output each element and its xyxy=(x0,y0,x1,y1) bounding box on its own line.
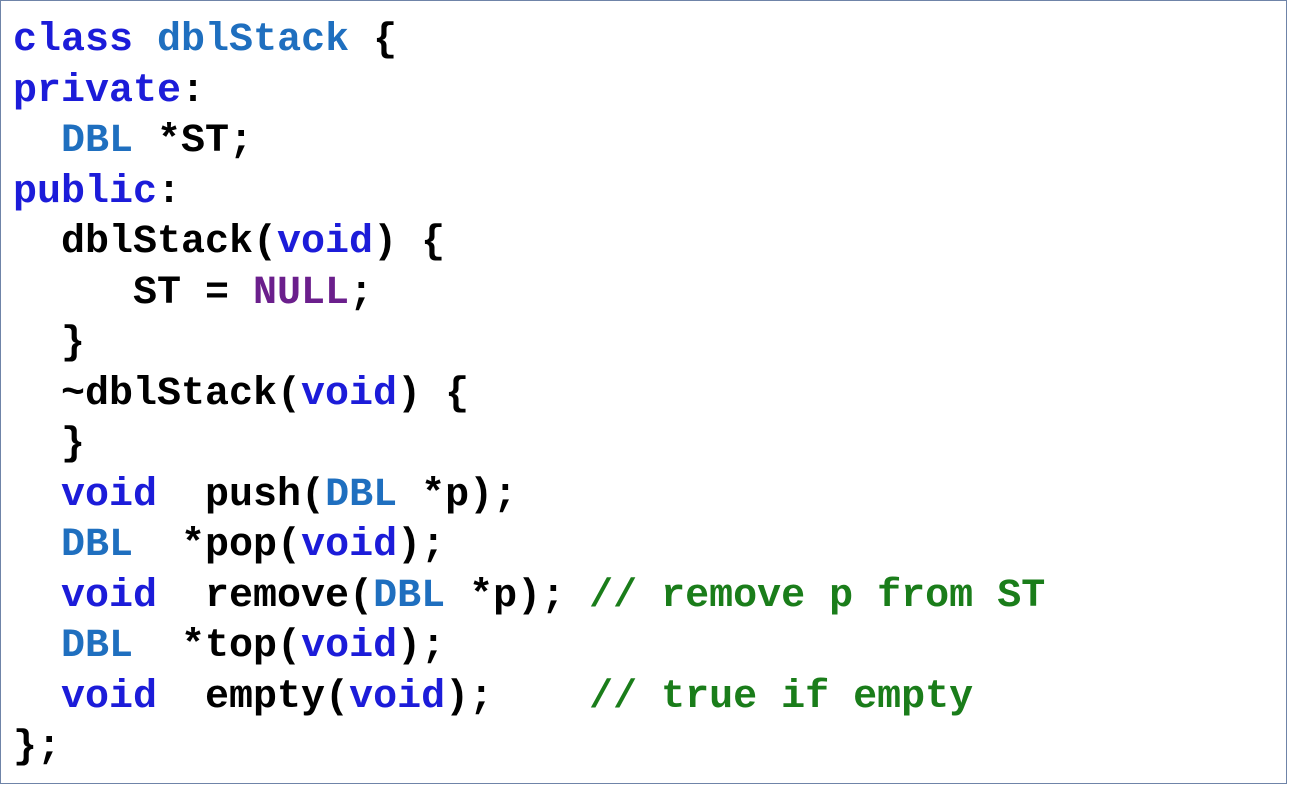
code-text: push( xyxy=(157,472,326,518)
code-text: *p); xyxy=(445,573,590,619)
code-text: ); xyxy=(445,674,590,720)
type-token: DBL xyxy=(373,573,446,619)
keyword-token: class xyxy=(13,18,134,63)
constant-token: NULL xyxy=(253,270,350,316)
code-line: private: xyxy=(13,67,1045,118)
code-line: ~dblStack(void) { xyxy=(13,370,1045,421)
type-token: DBL xyxy=(61,624,134,669)
code-text: *ST; xyxy=(133,119,254,164)
code-line: ST = NULL; xyxy=(13,269,1045,320)
code-text: ) { xyxy=(373,220,446,265)
code-text: *pop( xyxy=(133,523,302,568)
comment-token: // remove p from ST xyxy=(589,573,1046,619)
code-text: : xyxy=(157,169,182,215)
code-listing: class dblStack {private: DBL *ST; public:… xyxy=(13,16,1045,774)
keyword-token: void xyxy=(61,674,158,720)
code-line: } xyxy=(13,319,1045,370)
code-line: } xyxy=(13,420,1045,471)
code-line: class dblStack { xyxy=(13,16,1045,67)
code-listing-box: class dblStack {private: DBL *ST; public:… xyxy=(0,0,1287,784)
code-text: }; xyxy=(13,725,62,770)
code-line: void push(DBL *p); xyxy=(13,471,1045,522)
code-line: DBL *top(void); xyxy=(13,622,1045,673)
keyword-token: void xyxy=(61,472,158,518)
type-token: dblStack xyxy=(157,18,350,63)
comment-token: // true if empty xyxy=(589,674,974,720)
keyword-token: void xyxy=(301,371,398,417)
code-text: remove( xyxy=(157,573,374,619)
code-text: ~dblStack( xyxy=(13,371,302,417)
code-line: public: xyxy=(13,168,1045,219)
type-token: DBL xyxy=(61,119,134,164)
keyword-token: void xyxy=(301,624,398,669)
keyword-token: void xyxy=(301,523,398,568)
code-text: ; xyxy=(349,270,374,316)
code-text: } xyxy=(13,422,86,467)
code-line: dblStack(void) { xyxy=(13,218,1045,269)
code-text: ) { xyxy=(397,371,470,417)
code-text: *p); xyxy=(397,472,518,518)
keyword-token: void xyxy=(349,674,446,720)
code-text: ST = xyxy=(13,270,254,316)
keyword-token: void xyxy=(277,220,374,265)
code-line: void remove(DBL *p); // remove p from ST xyxy=(13,572,1045,623)
code-line: DBL *pop(void); xyxy=(13,521,1045,572)
code-text: empty( xyxy=(157,674,350,720)
code-text: : xyxy=(181,68,206,114)
keyword-token: private xyxy=(13,68,182,114)
code-text: } xyxy=(13,321,86,366)
type-token: DBL xyxy=(61,523,134,568)
code-text: dblStack( xyxy=(13,220,278,265)
code-line: void empty(void); // true if empty xyxy=(13,673,1045,724)
keyword-token: void xyxy=(61,573,158,619)
keyword-token: public xyxy=(13,169,158,215)
code-text: *top( xyxy=(133,624,302,669)
code-text: ); xyxy=(397,523,446,568)
type-token: DBL xyxy=(325,472,398,518)
code-line: }; xyxy=(13,723,1045,774)
code-line: DBL *ST; xyxy=(13,117,1045,168)
code-text: { xyxy=(349,18,398,63)
code-text: ); xyxy=(397,624,446,669)
